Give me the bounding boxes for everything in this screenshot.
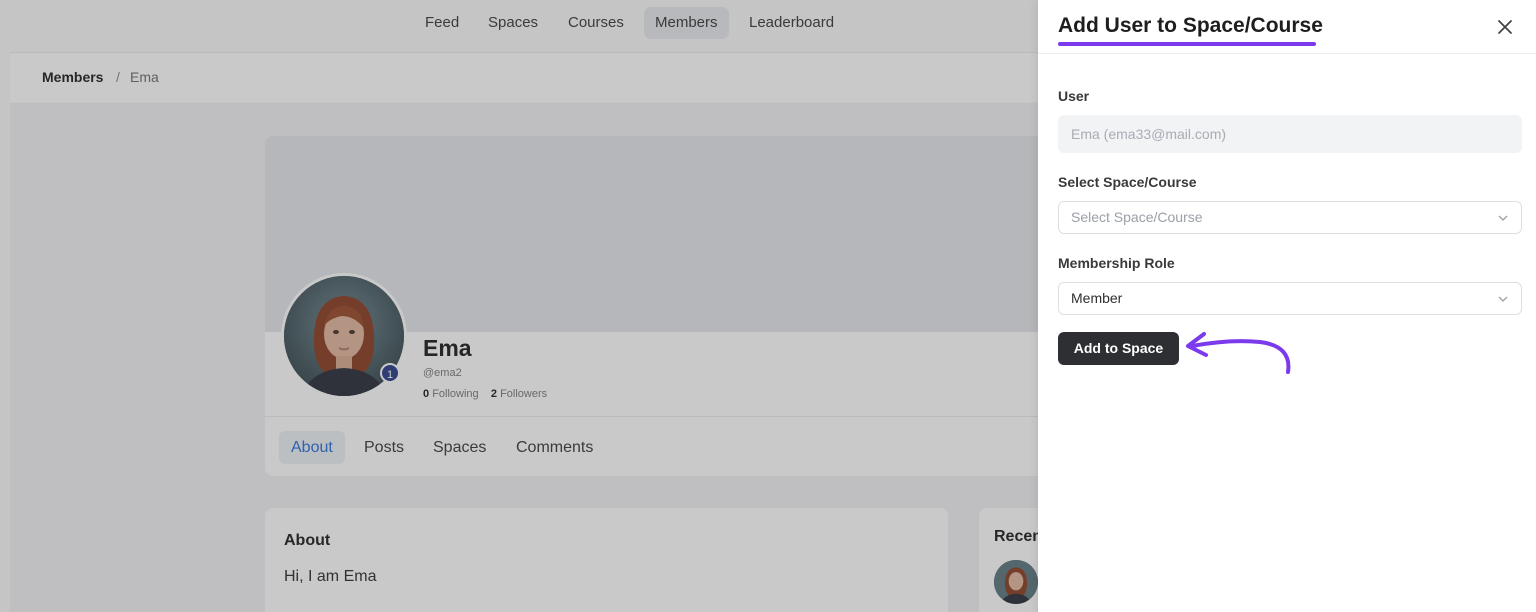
- space-label: Select Space/Course: [1058, 174, 1197, 190]
- add-to-space-button[interactable]: Add to Space: [1058, 332, 1179, 365]
- drawer-header: Add User to Space/Course: [1038, 0, 1536, 54]
- user-field[interactable]: [1058, 115, 1522, 153]
- space-course-placeholder: Select Space/Course: [1071, 209, 1203, 225]
- drawer-title: Add User to Space/Course: [1058, 14, 1323, 37]
- title-highlight-underline: [1058, 42, 1316, 46]
- add-user-drawer: Add User to Space/Course User Select Spa…: [1038, 0, 1536, 612]
- curved-arrow-icon: [1186, 332, 1291, 374]
- space-course-select[interactable]: Select Space/Course: [1058, 201, 1522, 234]
- role-label: Membership Role: [1058, 255, 1175, 271]
- close-icon[interactable]: [1494, 16, 1516, 38]
- chevron-down-icon: [1498, 215, 1508, 221]
- membership-role-value: Member: [1071, 290, 1123, 306]
- chevron-down-icon: [1498, 296, 1508, 302]
- modal-overlay[interactable]: [0, 0, 1038, 612]
- membership-role-select[interactable]: Member: [1058, 282, 1522, 315]
- user-label: User: [1058, 88, 1090, 104]
